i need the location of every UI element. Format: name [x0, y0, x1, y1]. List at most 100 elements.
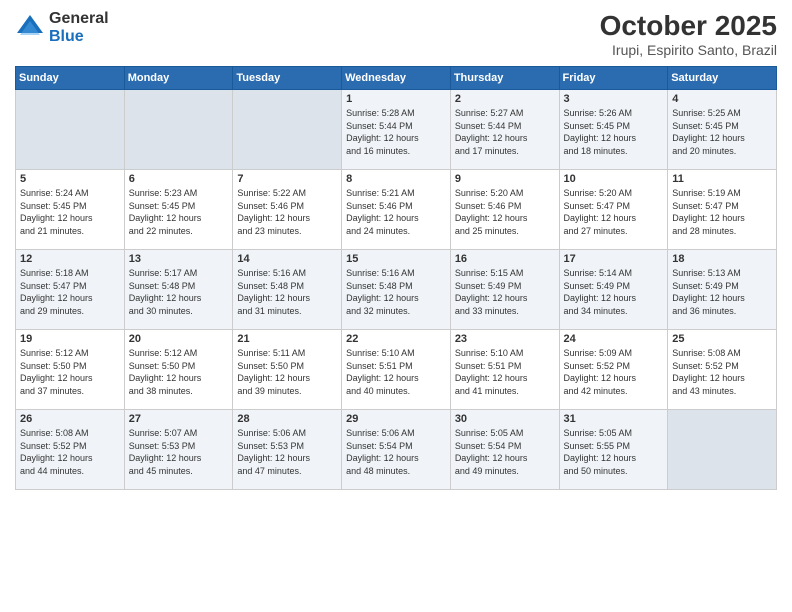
- calendar-cell: 29 Sunrise: 5:06 AM Sunset: 5:54 PM Dayli…: [342, 410, 451, 490]
- calendar-cell: 18Sunrise: 5:13 AM Sunset: 5:49 PM Dayli…: [668, 250, 777, 330]
- day-number: 12: [20, 253, 120, 265]
- day-number: 25: [672, 333, 772, 345]
- page-container: General Blue October 2025 Irupi, Espirit…: [0, 0, 792, 500]
- weekday-header-sunday: Sunday: [16, 67, 125, 90]
- day-info: Sunrise: 5:11 AM Sunset: 5:50 PM Dayligh…: [237, 347, 337, 397]
- day-info: Sunrise: 5:12 AM Sunset: 5:50 PM Dayligh…: [129, 347, 229, 397]
- calendar-cell: 24Sunrise: 5:09 AM Sunset: 5:52 PM Dayli…: [559, 330, 668, 410]
- weekday-header-saturday: Saturday: [668, 67, 777, 90]
- day-number: 21: [237, 333, 337, 345]
- calendar-week-row: 1Sunrise: 5:28 AM Sunset: 5:44 PM Daylig…: [16, 90, 777, 170]
- calendar-cell: 8 Sunrise: 5:21 AM Sunset: 5:46 PM Daylig…: [342, 170, 451, 250]
- calendar-cell: 10 Sunrise: 5:20 AM Sunset: 5:47 PM Dayli…: [559, 170, 668, 250]
- day-info: Sunrise: 5:21 AM Sunset: 5:46 PM Dayligh…: [346, 187, 446, 237]
- weekday-header-friday: Friday: [559, 67, 668, 90]
- logo-general: General: [49, 10, 109, 28]
- day-number: 11: [672, 173, 772, 185]
- title-block: October 2025 Irupi, Espirito Santo, Braz…: [600, 10, 777, 58]
- calendar-cell: [668, 410, 777, 490]
- day-info: Sunrise: 5:06 AM Sunset: 5:53 PM Dayligh…: [237, 427, 337, 477]
- calendar-cell: 22Sunrise: 5:10 AM Sunset: 5:51 PM Dayli…: [342, 330, 451, 410]
- calendar-cell: 1Sunrise: 5:28 AM Sunset: 5:44 PM Daylig…: [342, 90, 451, 170]
- day-info: Sunrise: 5:22 AM Sunset: 5:46 PM Dayligh…: [237, 187, 337, 237]
- weekday-header-monday: Monday: [124, 67, 233, 90]
- calendar-cell: 3 Sunrise: 5:26 AM Sunset: 5:45 PM Daylig…: [559, 90, 668, 170]
- day-info: Sunrise: 5:10 AM Sunset: 5:51 PM Dayligh…: [346, 347, 446, 397]
- calendar-cell: 19 Sunrise: 5:12 AM Sunset: 5:50 PM Dayli…: [16, 330, 125, 410]
- day-number: 31: [564, 413, 664, 425]
- day-info: Sunrise: 5:06 AM Sunset: 5:54 PM Dayligh…: [346, 427, 446, 477]
- day-number: 19: [20, 333, 120, 345]
- logo: General Blue: [15, 10, 109, 45]
- day-info: Sunrise: 5:20 AM Sunset: 5:47 PM Dayligh…: [564, 187, 664, 237]
- day-number: 13: [129, 253, 229, 265]
- calendar-cell: 23Sunrise: 5:10 AM Sunset: 5:51 PM Dayli…: [450, 330, 559, 410]
- day-info: Sunrise: 5:13 AM Sunset: 5:49 PM Dayligh…: [672, 267, 772, 317]
- day-number: 28: [237, 413, 337, 425]
- calendar-cell: 4Sunrise: 5:25 AM Sunset: 5:45 PM Daylig…: [668, 90, 777, 170]
- logo-icon: [15, 13, 45, 43]
- day-info: Sunrise: 5:07 AM Sunset: 5:53 PM Dayligh…: [129, 427, 229, 477]
- calendar-cell: 14 Sunrise: 5:16 AM Sunset: 5:48 PM Dayli…: [233, 250, 342, 330]
- day-number: 30: [455, 413, 555, 425]
- calendar-cell: 30 Sunrise: 5:05 AM Sunset: 5:54 PM Dayli…: [450, 410, 559, 490]
- weekday-header-thursday: Thursday: [450, 67, 559, 90]
- calendar-cell: 7 Sunrise: 5:22 AM Sunset: 5:46 PM Daylig…: [233, 170, 342, 250]
- day-info: Sunrise: 5:14 AM Sunset: 5:49 PM Dayligh…: [564, 267, 664, 317]
- day-number: 29: [346, 413, 446, 425]
- calendar-cell: 28 Sunrise: 5:06 AM Sunset: 5:53 PM Dayli…: [233, 410, 342, 490]
- calendar-cell: [233, 90, 342, 170]
- day-number: 6: [129, 173, 229, 185]
- calendar-cell: 20Sunrise: 5:12 AM Sunset: 5:50 PM Dayli…: [124, 330, 233, 410]
- calendar-cell: 2 Sunrise: 5:27 AM Sunset: 5:44 PM Daylig…: [450, 90, 559, 170]
- day-number: 8: [346, 173, 446, 185]
- day-info: Sunrise: 5:08 AM Sunset: 5:52 PM Dayligh…: [20, 427, 120, 477]
- day-info: Sunrise: 5:27 AM Sunset: 5:44 PM Dayligh…: [455, 107, 555, 157]
- day-info: Sunrise: 5:08 AM Sunset: 5:52 PM Dayligh…: [672, 347, 772, 397]
- day-number: 17: [564, 253, 664, 265]
- logo-blue: Blue: [49, 28, 109, 46]
- day-info: Sunrise: 5:05 AM Sunset: 5:54 PM Dayligh…: [455, 427, 555, 477]
- day-number: 3: [564, 93, 664, 105]
- calendar-cell: 6 Sunrise: 5:23 AM Sunset: 5:45 PM Daylig…: [124, 170, 233, 250]
- day-info: Sunrise: 5:24 AM Sunset: 5:45 PM Dayligh…: [20, 187, 120, 237]
- day-info: Sunrise: 5:10 AM Sunset: 5:51 PM Dayligh…: [455, 347, 555, 397]
- day-info: Sunrise: 5:19 AM Sunset: 5:47 PM Dayligh…: [672, 187, 772, 237]
- calendar-cell: 31 Sunrise: 5:05 AM Sunset: 5:55 PM Dayli…: [559, 410, 668, 490]
- calendar-cell: [124, 90, 233, 170]
- day-info: Sunrise: 5:09 AM Sunset: 5:52 PM Dayligh…: [564, 347, 664, 397]
- day-number: 5: [20, 173, 120, 185]
- day-info: Sunrise: 5:16 AM Sunset: 5:48 PM Dayligh…: [237, 267, 337, 317]
- day-info: Sunrise: 5:16 AM Sunset: 5:48 PM Dayligh…: [346, 267, 446, 317]
- calendar-table: SundayMondayTuesdayWednesdayThursdayFrid…: [15, 66, 777, 490]
- day-number: 10: [564, 173, 664, 185]
- day-info: Sunrise: 5:23 AM Sunset: 5:45 PM Dayligh…: [129, 187, 229, 237]
- day-number: 1: [346, 93, 446, 105]
- day-info: Sunrise: 5:26 AM Sunset: 5:45 PM Dayligh…: [564, 107, 664, 157]
- location: Irupi, Espirito Santo, Brazil: [600, 42, 777, 58]
- calendar-cell: 13 Sunrise: 5:17 AM Sunset: 5:48 PM Dayli…: [124, 250, 233, 330]
- day-info: Sunrise: 5:12 AM Sunset: 5:50 PM Dayligh…: [20, 347, 120, 397]
- day-number: 7: [237, 173, 337, 185]
- calendar-cell: 5 Sunrise: 5:24 AM Sunset: 5:45 PM Daylig…: [16, 170, 125, 250]
- day-number: 14: [237, 253, 337, 265]
- calendar-week-row: 5 Sunrise: 5:24 AM Sunset: 5:45 PM Daylig…: [16, 170, 777, 250]
- logo-text: General Blue: [49, 10, 109, 45]
- day-number: 27: [129, 413, 229, 425]
- calendar-cell: 11 Sunrise: 5:19 AM Sunset: 5:47 PM Dayli…: [668, 170, 777, 250]
- calendar-cell: 25 Sunrise: 5:08 AM Sunset: 5:52 PM Dayli…: [668, 330, 777, 410]
- page-header: General Blue October 2025 Irupi, Espirit…: [15, 10, 777, 58]
- calendar-cell: 12Sunrise: 5:18 AM Sunset: 5:47 PM Dayli…: [16, 250, 125, 330]
- day-info: Sunrise: 5:17 AM Sunset: 5:48 PM Dayligh…: [129, 267, 229, 317]
- day-number: 2: [455, 93, 555, 105]
- weekday-header-row: SundayMondayTuesdayWednesdayThursdayFrid…: [16, 67, 777, 90]
- day-info: Sunrise: 5:05 AM Sunset: 5:55 PM Dayligh…: [564, 427, 664, 477]
- weekday-header-wednesday: Wednesday: [342, 67, 451, 90]
- calendar-cell: 26Sunrise: 5:08 AM Sunset: 5:52 PM Dayli…: [16, 410, 125, 490]
- calendar-cell: 15Sunrise: 5:16 AM Sunset: 5:48 PM Dayli…: [342, 250, 451, 330]
- calendar-cell: 17 Sunrise: 5:14 AM Sunset: 5:49 PM Dayli…: [559, 250, 668, 330]
- calendar-week-row: 12Sunrise: 5:18 AM Sunset: 5:47 PM Dayli…: [16, 250, 777, 330]
- calendar-cell: 9Sunrise: 5:20 AM Sunset: 5:46 PM Daylig…: [450, 170, 559, 250]
- weekday-header-tuesday: Tuesday: [233, 67, 342, 90]
- day-info: Sunrise: 5:20 AM Sunset: 5:46 PM Dayligh…: [455, 187, 555, 237]
